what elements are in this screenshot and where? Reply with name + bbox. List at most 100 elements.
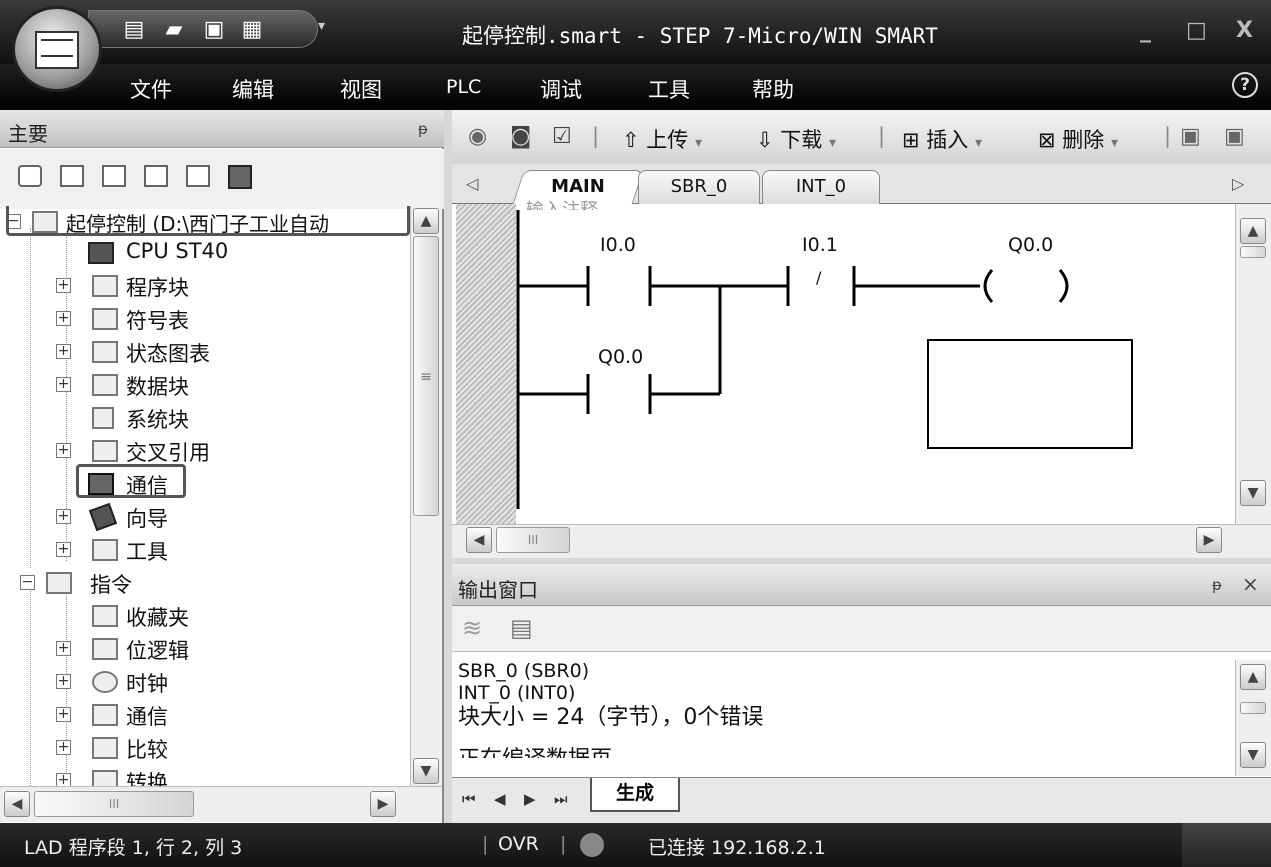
- minimize-button[interactable]: _: [1140, 18, 1151, 43]
- download-button[interactable]: ⇩ 下载 ▾: [756, 124, 836, 154]
- expand-icon[interactable]: +: [56, 278, 71, 293]
- tree-item-program-block[interactable]: + 程序块: [0, 270, 400, 302]
- tree-vertical-scrollbar[interactable]: ▲ ≡ ▼: [410, 206, 442, 786]
- scroll-left-icon[interactable]: ◀: [4, 791, 30, 817]
- delete-button[interactable]: ⊠ 删除 ▾: [1038, 124, 1118, 154]
- scroll-thumb[interactable]: [1240, 246, 1266, 258]
- menu-file[interactable]: 文件: [130, 74, 172, 104]
- menu-view[interactable]: 视图: [340, 74, 382, 104]
- tree-item-symbol-table[interactable]: + 符号表: [0, 303, 400, 335]
- expand-icon[interactable]: +: [56, 509, 71, 524]
- menu-edit[interactable]: 编辑: [232, 74, 274, 104]
- scroll-right-icon[interactable]: ▶: [1196, 527, 1222, 553]
- tree-item-status-chart[interactable]: + 状态图表: [0, 336, 400, 368]
- tree-item-compare[interactable]: + 比较: [0, 732, 400, 764]
- output-vertical-scrollbar[interactable]: ▲ ▼: [1235, 660, 1271, 776]
- tree-item-comm-instructions[interactable]: + 通信: [0, 699, 400, 731]
- tree-item-clock[interactable]: + 时钟: [0, 666, 400, 698]
- h-scroll-thumb[interactable]: III: [34, 791, 194, 817]
- collapse-icon[interactable]: −: [20, 575, 35, 590]
- expand-icon[interactable]: +: [56, 311, 71, 326]
- new-file-icon[interactable]: ▤: [121, 17, 147, 43]
- save-icon[interactable]: ▣: [201, 17, 227, 43]
- menu-tools[interactable]: 工具: [648, 74, 690, 104]
- tab-int0[interactable]: INT_0: [762, 170, 880, 204]
- tree-item-instructions[interactable]: − 指令: [0, 567, 400, 599]
- menu-debug[interactable]: 调试: [540, 74, 582, 104]
- tree-item-system-block[interactable]: 系统块: [0, 402, 400, 434]
- scroll-thumb[interactable]: [1240, 702, 1266, 714]
- tree-item-tools[interactable]: + 工具: [0, 534, 400, 566]
- scroll-up-icon[interactable]: ▲: [413, 208, 439, 234]
- expand-icon[interactable]: +: [56, 641, 71, 656]
- scroll-down-icon[interactable]: ▼: [1240, 480, 1266, 506]
- editor-horizontal-scrollbar[interactable]: ◀ III ▶: [452, 524, 1271, 558]
- scroll-down-icon[interactable]: ▼: [413, 758, 439, 784]
- next-tab-icon[interactable]: ▶: [524, 790, 536, 808]
- tree-item-favorites[interactable]: 收藏夹: [0, 600, 400, 632]
- tree-item-data-block[interactable]: + 数据块: [0, 369, 400, 401]
- maximize-button[interactable]: □: [1186, 18, 1207, 43]
- expand-icon[interactable]: +: [56, 344, 71, 359]
- tree-item-wizard[interactable]: + 向导: [0, 501, 400, 533]
- scroll-thumb[interactable]: ≡: [413, 236, 439, 516]
- compile-icon[interactable]: ☑: [552, 124, 572, 149]
- scroll-up-icon[interactable]: ▲: [1240, 218, 1266, 244]
- tree-item-convert[interactable]: + 转换: [0, 765, 400, 786]
- menu-help[interactable]: 帮助: [752, 74, 794, 104]
- expand-icon[interactable]: +: [56, 740, 71, 755]
- expand-icon[interactable]: +: [56, 707, 71, 722]
- tab-scroll-right-icon[interactable]: ▷: [1232, 174, 1244, 193]
- print-icon[interactable]: ▦: [239, 17, 265, 43]
- tree-item-cpu[interactable]: CPU ST40: [0, 237, 400, 269]
- ladder-canvas[interactable]: 输入注释: [452, 200, 1235, 524]
- editor-vertical-scrollbar[interactable]: ▲ ▼: [1235, 204, 1271, 524]
- h-scroll-thumb[interactable]: III: [496, 527, 570, 553]
- insert-button[interactable]: ⊞ 插入 ▾: [902, 124, 982, 154]
- expand-icon[interactable]: +: [56, 773, 71, 786]
- expand-icon[interactable]: +: [56, 542, 71, 557]
- qat-dropdown-icon[interactable]: ▾: [318, 18, 325, 34]
- help-icon[interactable]: ?: [1232, 72, 1258, 98]
- first-tab-icon[interactable]: ⏮: [462, 790, 476, 808]
- scroll-left-icon[interactable]: ◀: [466, 527, 492, 553]
- close-icon[interactable]: ×: [1242, 572, 1259, 596]
- upload-button[interactable]: ⇧ 上传 ▾: [622, 124, 702, 154]
- close-button[interactable]: X: [1236, 18, 1253, 43]
- prev-tab-icon[interactable]: ◀: [494, 790, 506, 808]
- tab-scroll-left-icon[interactable]: ◁: [466, 174, 478, 193]
- status-chart-icon[interactable]: [60, 165, 84, 187]
- output-toolbar: ≋ ▤: [452, 606, 1271, 652]
- symbol-table-icon[interactable]: [18, 165, 42, 187]
- stop-icon[interactable]: ◙: [510, 124, 531, 149]
- tab-sbr0[interactable]: SBR_0: [638, 170, 760, 204]
- expand-icon[interactable]: +: [56, 674, 71, 689]
- tree-horizontal-scrollbar[interactable]: ◀ III ▶: [0, 786, 442, 822]
- scroll-right-icon[interactable]: ▶: [370, 791, 396, 817]
- application-button[interactable]: [12, 6, 102, 92]
- tree-item-communication[interactable]: 通信: [0, 468, 400, 500]
- data-block-icon[interactable]: [102, 165, 126, 187]
- menu-plc[interactable]: PLC: [446, 76, 481, 98]
- resize-grip-icon[interactable]: [1182, 823, 1271, 867]
- tab-build[interactable]: 生成: [590, 778, 680, 812]
- scroll-down-icon[interactable]: ▼: [1240, 742, 1266, 768]
- network-icon[interactable]: ▣: [1180, 124, 1201, 149]
- clear-icon[interactable]: ≋: [462, 614, 482, 642]
- last-tab-icon[interactable]: ⏭: [554, 790, 568, 808]
- copy-icon[interactable]: ▤: [510, 614, 533, 642]
- expand-icon[interactable]: +: [56, 377, 71, 392]
- run-icon[interactable]: ◉: [468, 124, 487, 149]
- system-block-icon[interactable]: [144, 165, 168, 187]
- communication-icon[interactable]: [228, 165, 252, 189]
- open-folder-icon[interactable]: ▰: [161, 17, 187, 43]
- scroll-up-icon[interactable]: ▲: [1240, 664, 1266, 690]
- network-icon[interactable]: ▣: [1224, 124, 1245, 149]
- cross-reference-icon[interactable]: [186, 165, 210, 187]
- tree-item-cross-reference[interactable]: + 交叉引用: [0, 435, 400, 467]
- pin-icon[interactable]: ᵽ: [418, 120, 428, 138]
- app-logo-icon: [35, 31, 79, 69]
- tree-item-bit-logic[interactable]: + 位逻辑: [0, 633, 400, 665]
- pin-icon[interactable]: ᵽ: [1212, 576, 1222, 594]
- expand-icon[interactable]: +: [56, 443, 71, 458]
